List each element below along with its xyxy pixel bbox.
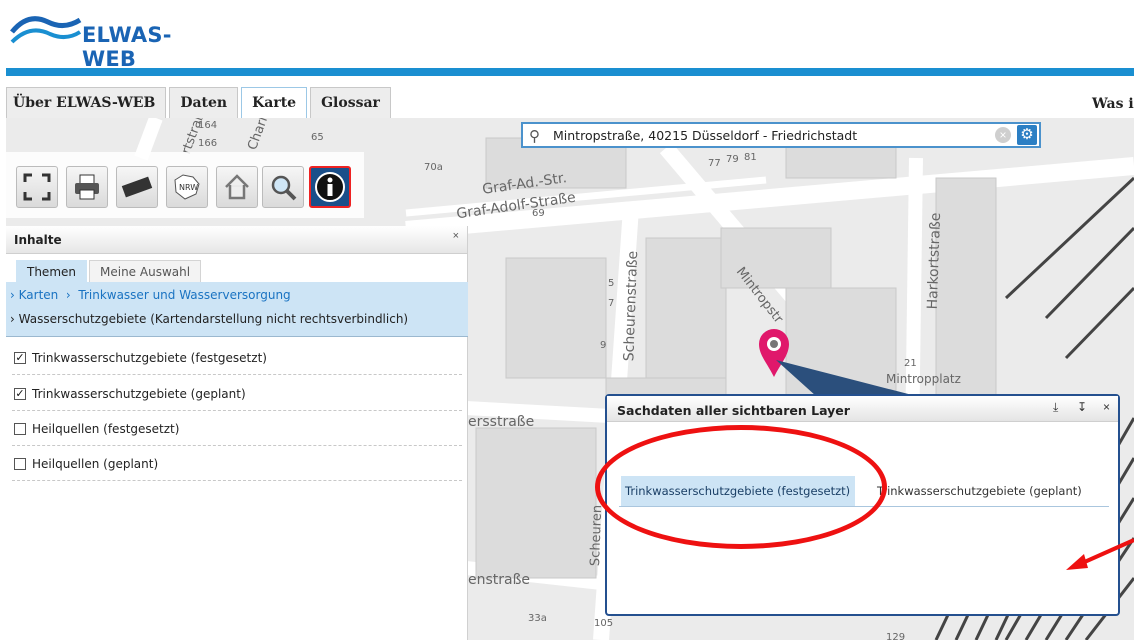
layer-checkbox-checked[interactable]: ✓ [14,388,26,400]
info-button[interactable] [309,166,351,208]
house-number: 79 [726,154,739,165]
tab-ueber-elwas[interactable]: Über ELWAS-WEB [6,87,167,118]
breadcrumb-trinkwasser[interactable]: Trinkwasser und Wasserversorgung [78,288,290,302]
popup-header: Sachdaten aller sichtbaren Layer ⤓ ↧ × [607,396,1118,422]
house-number: 5 [608,278,615,289]
elwas-logo[interactable]: ELWAS-WEB [10,6,210,71]
tab-meine-auswahl[interactable]: Meine Auswahl [89,260,202,282]
tab-themen[interactable]: Themen [16,260,87,282]
annotation-arrow-icon [1066,538,1134,570]
layer-item[interactable]: Heilquellen (geplant) [12,447,462,481]
header-right-link[interactable]: Was is [1092,96,1134,112]
layer-checkbox-unchecked[interactable] [14,423,26,435]
layer-item[interactable]: ✓ Trinkwasserschutzgebiete (festgesetzt) [12,341,462,375]
search-input[interactable]: Mintropstraße, 40215 Düsseldorf - Friedr… [553,128,857,143]
house-number: 105 [594,618,614,629]
street-label: ersstraße [468,414,535,430]
print-button[interactable] [66,166,108,208]
breadcrumb-karten[interactable]: Karten [19,288,59,302]
breadcrumb-path: › Karten › Trinkwasser und Wasserversorg… [10,288,291,302]
panel-title: Inhalte [14,233,62,247]
header-divider [6,68,1134,76]
logo-text: ELWAS-WEB [82,23,172,71]
street-label: Scheuren [588,504,606,567]
fullscreen-button[interactable] [16,166,58,208]
house-number: 69 [532,208,545,219]
breadcrumb: › Karten › Trinkwasser und Wasserversorg… [6,282,468,337]
close-icon[interactable]: × [1103,400,1110,414]
breadcrumb-wasserschutzgebiete[interactable]: Wasserschutzgebiete (Kartendarstellung n… [19,312,408,326]
close-icon[interactable]: × [453,230,459,242]
popup-tab-geplant[interactable]: Trinkwasserschutzgebiete (geplant) [871,476,1088,506]
main-tabs: Über ELWAS-WEB Daten Karte Glossar [6,87,394,118]
download-icon[interactable]: ↧ [1077,400,1087,414]
panel-subtabs: Themen Meine Auswahl [16,260,203,282]
annotation-ellipse [595,425,887,549]
info-icon [315,172,345,202]
chevron-right-icon: › [62,288,75,302]
house-number: 70a [424,162,443,173]
chevron-right-icon: › [10,288,15,302]
layer-checkbox-unchecked[interactable] [14,458,26,470]
contents-panel: Inhalte × Themen Meine Auswahl › Karten … [6,226,468,640]
layer-item[interactable]: ✓ Trinkwasserschutzgebiete (geplant) [12,377,462,411]
chevron-right-icon: › [10,312,15,326]
measure-button[interactable] [116,166,158,208]
house-number: 164 [198,120,218,131]
layer-label: Heilquellen (geplant) [32,457,159,471]
tab-karte[interactable]: Karte [241,87,308,118]
nrw-overview-button[interactable]: NRW [166,166,208,208]
tab-daten[interactable]: Daten [169,87,239,118]
nrw-label: NRW [179,183,198,192]
layer-label: Trinkwasserschutzgebiete (geplant) [32,387,246,401]
wave-logo-icon [10,16,82,44]
house-number: 9 [600,340,607,351]
breadcrumb-current: › Wasserschutzgebiete (Kartendarstellung… [10,312,408,326]
home-icon [225,174,249,200]
street-label: enstraße [468,572,531,588]
house-number: 81 [744,152,757,163]
layer-item[interactable]: Heilquellen (festgesetzt) [12,412,462,446]
layer-label: Heilquellen (festgesetzt) [32,422,180,436]
house-number: 7 [608,298,615,309]
zoom-magnifier-icon [271,175,297,201]
address-search[interactable]: ⚲ Mintropstraße, 40215 Düsseldorf - Frie… [521,122,1041,148]
popup-title: Sachdaten aller sichtbaren Layer [617,403,850,418]
clear-search-icon[interactable]: × [995,127,1011,143]
layer-checkbox-checked[interactable]: ✓ [14,352,26,364]
nrw-map-icon: NRW [174,174,200,200]
tab-glossar[interactable]: Glossar [310,87,391,118]
house-number: 65 [311,132,324,143]
panel-header: Inhalte × [6,226,467,254]
house-number: 33a [528,613,547,624]
house-number: 129 [886,632,906,640]
home-button[interactable] [216,166,258,208]
house-number: 166 [198,138,218,149]
gear-icon[interactable]: ⚙ [1017,125,1037,145]
layer-label: Trinkwasserschutzgebiete (festgesetzt) [32,351,267,365]
zoom-select-button[interactable] [262,166,304,208]
house-number: 77 [708,158,721,169]
street-label: Harkortstraße [924,212,945,310]
fullscreen-icon [23,173,51,201]
ruler-icon [121,176,153,198]
search-icon[interactable]: ⚲ [529,127,540,145]
export-icon[interactable]: ⤓ [1053,400,1058,415]
printer-icon [75,174,99,200]
